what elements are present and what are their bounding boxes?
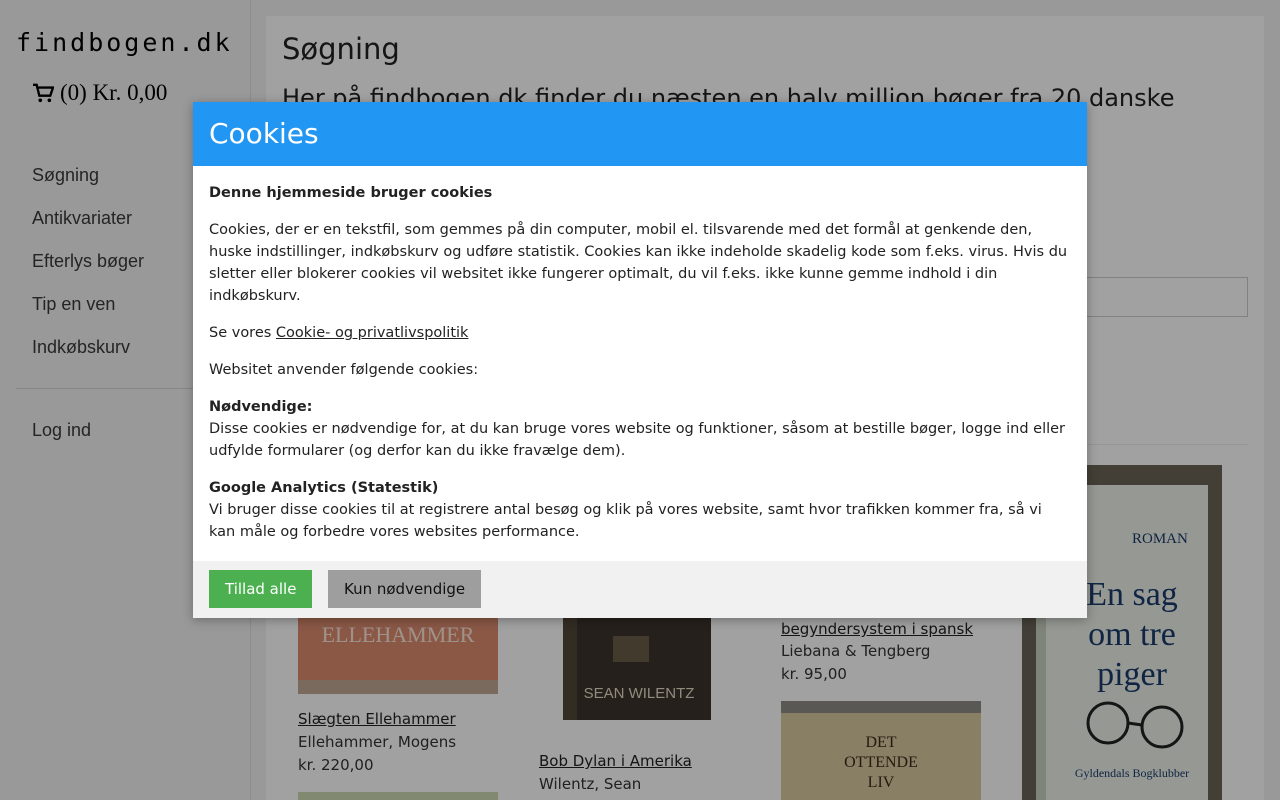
cookie-dialog-footer: Tillad alle Kun nødvendige: [193, 561, 1087, 618]
cookie-heading: Denne hjemmeside bruger cookies: [209, 185, 493, 201]
necessary-cookies-text: Disse cookies er nødvendige for, at du k…: [209, 421, 1066, 459]
cookie-consent-dialog: Cookies Denne hjemmeside bruger cookies …: [193, 102, 1087, 618]
cookie-policy-link[interactable]: Cookie- og privatlivspolitik: [276, 325, 469, 341]
cookie-intro-text: Cookies, der er en tekstfil, som gemmes …: [209, 222, 1068, 304]
cookie-dialog-header: Cookies: [193, 102, 1087, 166]
cookie-dialog-body: Denne hjemmeside bruger cookies Cookies,…: [193, 166, 1087, 543]
analytics-cookies-text: Vi bruger disse cookies til at registrer…: [209, 502, 1042, 540]
cookie-policy-prefix: Se vores: [209, 325, 276, 341]
analytics-cookies-title: Google Analytics (Statestik): [209, 480, 439, 496]
analytics-cookies-section: Google Analytics (Statestik) Vi bruger d…: [209, 477, 1071, 543]
cookie-policy-line: Se vores Cookie- og privatlivspolitik: [209, 322, 1071, 344]
cookie-uses-text: Websitet anvender følgende cookies:: [209, 362, 479, 378]
allow-all-button[interactable]: Tillad alle: [209, 570, 313, 608]
necessary-cookies-title: Nødvendige:: [209, 399, 313, 415]
only-necessary-button[interactable]: Kun nødvendige: [328, 570, 482, 608]
necessary-cookies-section: Nødvendige: Disse cookies er nødvendige …: [209, 396, 1071, 462]
